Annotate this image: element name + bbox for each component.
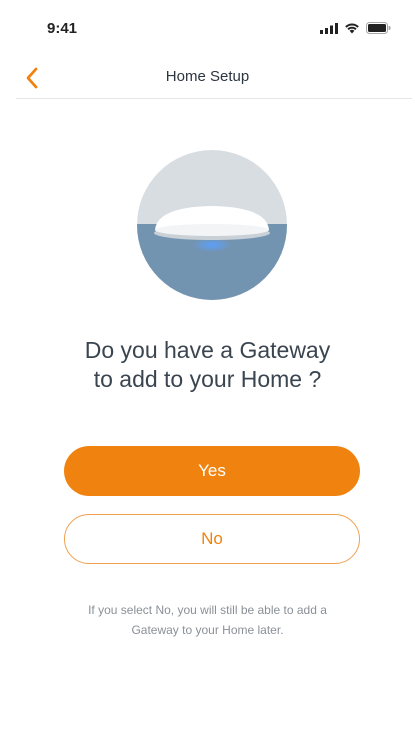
wifi-icon: [345, 23, 359, 34]
status-time: 9:41: [47, 20, 78, 37]
page-title: Home Setup: [165, 68, 250, 85]
gateway-illustration: [137, 150, 287, 300]
question-line-2: to add to your Home ?: [93, 366, 322, 392]
nav-bar: Home Setup: [0, 56, 415, 100]
footnote-line-1: If you select No, you will still be able…: [88, 603, 327, 617]
status-bar: 9:41: [0, 0, 415, 60]
status-icons: [320, 22, 391, 34]
footnote-line-2: Gateway to your Home later.: [131, 623, 284, 637]
no-button[interactable]: No: [64, 514, 360, 564]
question-line-1: Do you have a Gateway: [84, 337, 331, 363]
footnote: If you select No, you will still be able…: [0, 600, 415, 640]
signal-icon: [320, 22, 338, 34]
setup-question: Do you have a Gateway to add to your Hom…: [0, 336, 415, 394]
battery-icon: [366, 22, 391, 34]
nav-divider: [16, 98, 412, 99]
yes-button[interactable]: Yes: [64, 446, 360, 496]
